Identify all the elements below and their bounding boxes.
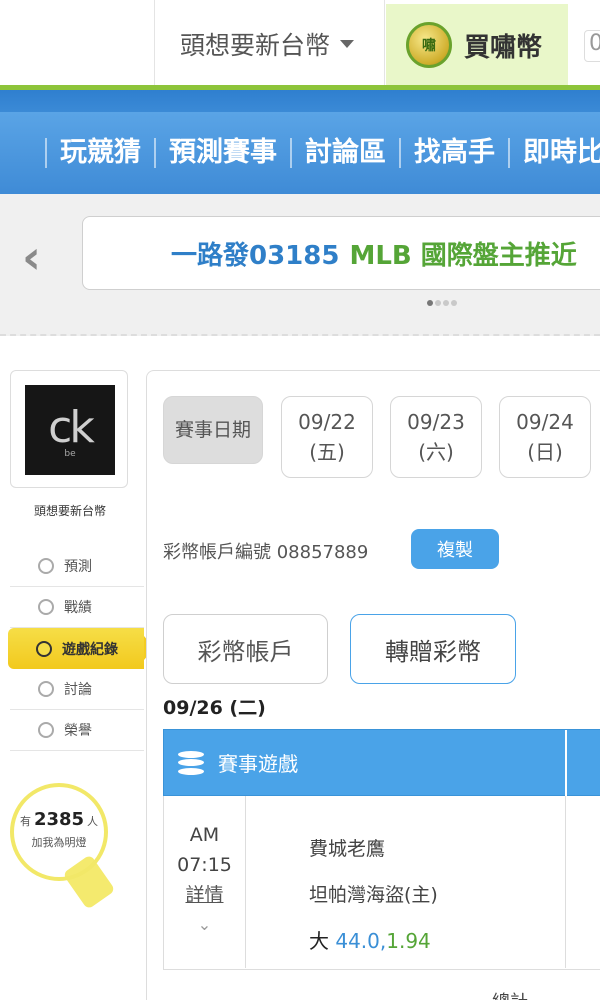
chevron-down-icon	[340, 40, 355, 48]
sidebar-username: 頭想要新台幣	[33, 504, 106, 518]
account-number: 彩幣帳戶編號 08857889	[163, 542, 369, 563]
carousel-dot[interactable]	[443, 300, 449, 306]
sidebar-item-game-log[interactable]: 遊戲紀錄	[8, 628, 154, 669]
carousel-dot[interactable]	[435, 300, 441, 306]
game-ampm: AM	[189, 824, 220, 846]
carousel-dot[interactable]	[427, 300, 433, 306]
sidebar-item-discuss[interactable]: 討論	[10, 669, 144, 710]
top-left-blank	[0, 0, 155, 88]
record-icon	[36, 640, 52, 657]
medal-icon	[38, 599, 54, 615]
game-teams-cell: 費城老鷹 坦帕灣海盜(主) 大 44.0,1.94	[309, 826, 438, 964]
home-team: 坦帕灣海盜(主)	[309, 884, 438, 906]
banner-text-blue: 一路發03185	[171, 240, 340, 271]
chevron-left-icon[interactable]: ‹	[22, 230, 41, 284]
award-icon	[38, 722, 54, 738]
follow-lamp[interactable]: 有 2385 人 加我為明燈	[10, 783, 108, 881]
follower-suffix: 人	[87, 815, 99, 828]
banner-headline[interactable]: 一路發03185 MLB 國際盤主推近	[82, 216, 600, 290]
sidebar-item-label: 討論	[64, 682, 92, 698]
user-dropdown[interactable]: 頭想要新台幣	[156, 0, 385, 88]
database-icon	[178, 750, 204, 775]
nav-item-live[interactable]: 即時比	[508, 138, 600, 168]
date-label: 賽事日期	[163, 396, 263, 464]
nav-item-predict[interactable]: 預測賽事	[154, 138, 290, 168]
sidebar-item-predict[interactable]: 預測	[10, 546, 144, 587]
date-value: 09/22	[298, 410, 356, 434]
header-separator	[565, 730, 567, 797]
nav-item-play[interactable]: 玩競猜	[45, 138, 154, 168]
target-icon	[38, 558, 54, 574]
bet-type: 大	[309, 929, 329, 953]
sidebar-item-label: 預測	[64, 559, 92, 575]
nav-top-strip	[0, 90, 600, 112]
bet-info: 大 44.0,1.94	[309, 918, 438, 964]
follower-count: 有 2385 人	[14, 809, 104, 830]
avatar-logo-sub: be	[64, 448, 76, 459]
avatar-logo-text: ck	[48, 401, 95, 453]
carousel-dot[interactable]	[451, 300, 457, 306]
top-bar: 頭想要新台幣 嘯 買嘯幣 0	[0, 0, 600, 88]
tab-coin-account[interactable]: 彩幣帳戶	[163, 614, 328, 684]
sidebar-item-honor[interactable]: 榮譽	[10, 710, 144, 751]
top-right-field[interactable]: 0	[584, 30, 600, 62]
table-header: 賽事遊戲	[163, 729, 600, 797]
date-day: (五)	[309, 440, 345, 464]
tab-transfer-coin[interactable]: 轉贈彩幣	[350, 614, 516, 684]
avatar-card[interactable]: ck be	[10, 370, 128, 488]
away-team: 費城老鷹	[309, 838, 386, 860]
copy-button[interactable]: 複製	[411, 529, 499, 569]
sidebar-item-label: 戰績	[64, 600, 92, 616]
detail-link[interactable]: 詳情	[164, 880, 245, 910]
date-button-0922[interactable]: 09/22 (五)	[281, 396, 373, 478]
total-label: 總計	[492, 988, 528, 1000]
main-nav: 玩競猜 預測賽事 討論區 找高手 即時比	[0, 112, 600, 194]
nav-item-forum[interactable]: 討論區	[290, 138, 399, 168]
buy-coin-button[interactable]: 嘯 買嘯幣	[386, 4, 568, 86]
table-title: 賽事遊戲	[218, 752, 298, 776]
chevron-down-icon[interactable]: ⌄	[164, 910, 245, 940]
sidebar-item-record[interactable]: 戰績	[10, 587, 144, 628]
sidebar-item-label: 遊戲紀錄	[62, 641, 118, 658]
date-day: (日)	[527, 440, 563, 464]
table-row: AM 07:15 詳情 ⌄ 費城老鷹 坦帕灣海盜(主) 大 44.0,1.94	[163, 796, 600, 970]
date-value: 09/23	[407, 410, 465, 434]
current-date: 09/26 (二)	[163, 697, 266, 719]
sidebar-menu: 預測 戰績 遊戲紀錄 討論 榮譽	[8, 546, 154, 751]
carousel-dots	[427, 300, 457, 306]
row-separator	[565, 796, 566, 968]
bet-line: 44.0,	[335, 929, 387, 953]
promo-banner: ‹ 一路發03185 MLB 國際盤主推近	[0, 194, 600, 336]
follow-label: 加我為明燈	[31, 836, 87, 849]
date-button-0923[interactable]: 09/23 (六)	[390, 396, 482, 478]
nav-item-experts[interactable]: 找高手	[399, 138, 508, 168]
banner-text-green: MLB 國際盤主推近	[349, 240, 577, 271]
buy-coin-label: 買嘯幣	[464, 32, 543, 63]
date-button-0924[interactable]: 09/24 (日)	[499, 396, 591, 478]
game-time-cell: AM 07:15 詳情 ⌄	[164, 796, 246, 968]
chat-icon	[38, 681, 54, 697]
date-value: 09/24	[516, 410, 574, 434]
follower-number: 2385	[33, 809, 85, 830]
user-dropdown-name: 頭想要新台幣	[180, 31, 331, 60]
avatar: ck be	[25, 385, 115, 475]
date-day: (六)	[418, 440, 454, 464]
follower-prefix: 有	[19, 815, 31, 828]
coin-icon: 嘯	[406, 22, 452, 68]
bet-odds: 1.94	[386, 929, 431, 953]
game-time: 07:15	[177, 854, 232, 876]
sidebar-item-label: 榮譽	[64, 723, 92, 739]
